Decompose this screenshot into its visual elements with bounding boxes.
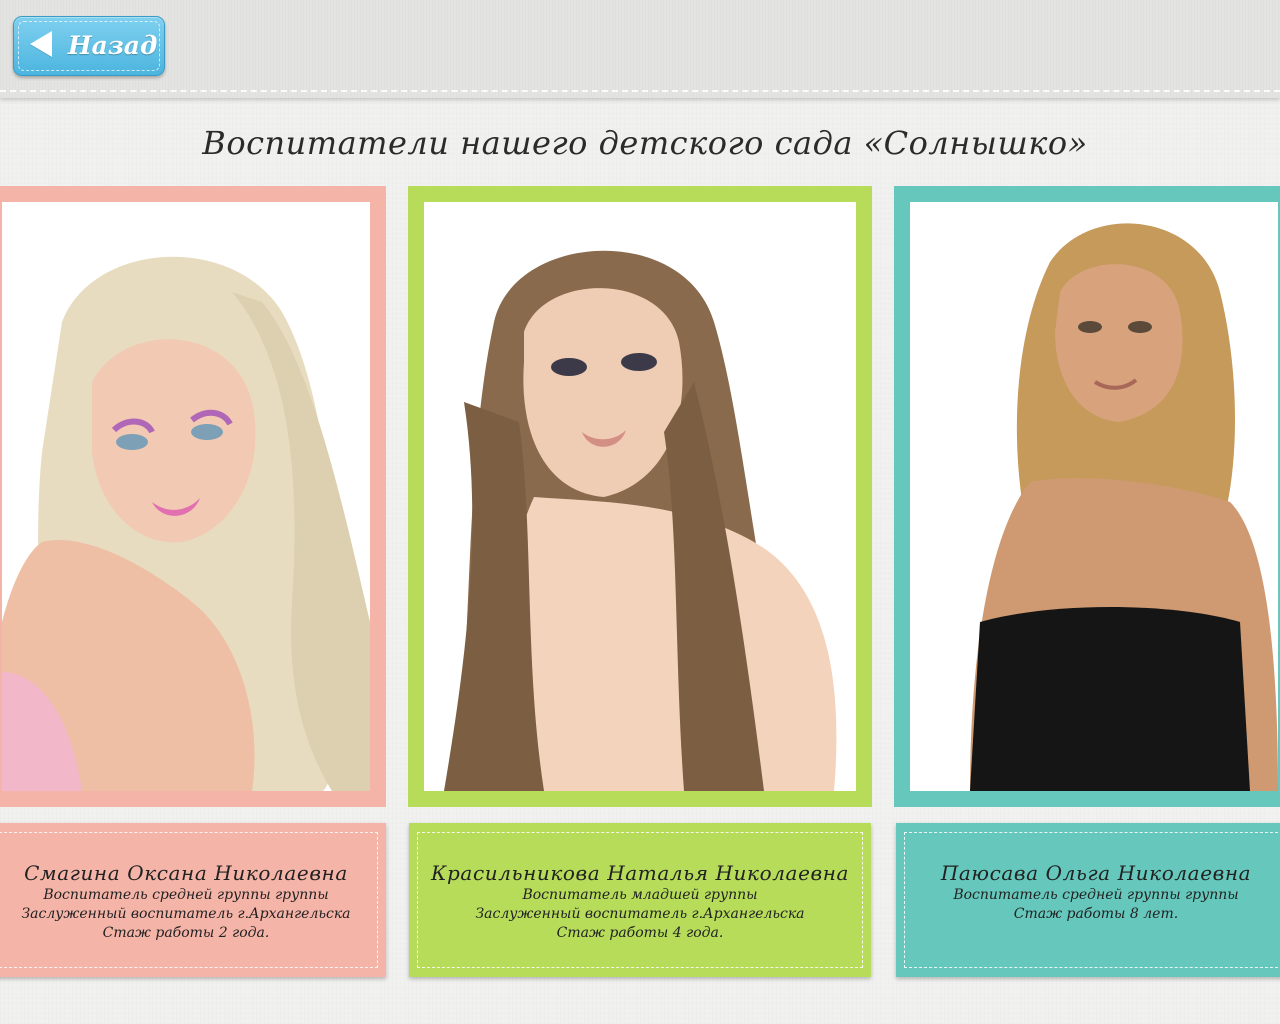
portrait-blonde-image	[2, 202, 370, 791]
teacher-position: Воспитатель младшей группы	[522, 887, 758, 903]
portrait-girl-black-top-image	[910, 202, 1278, 791]
teacher-name: Красильникова Наталья Николаевна	[430, 861, 850, 885]
teacher-photo-frame-2	[408, 186, 872, 807]
back-button-label: Назад	[68, 31, 158, 60]
teacher-photo-1[interactable]	[2, 202, 370, 791]
teacher-title: Заслуженный воспитатель г.Архангельска	[21, 906, 351, 922]
teacher-name: Паюсава Ольга Николаевна	[940, 861, 1252, 885]
teacher-card-2: Красильникова Наталья Николаевна Воспита…	[409, 823, 871, 977]
teacher-position: Воспитатель средней группы группы	[953, 887, 1239, 903]
teacher-experience: Стаж работы 2 года.	[102, 925, 270, 941]
teacher-photo-3[interactable]	[910, 202, 1278, 791]
back-arrow-icon	[30, 31, 52, 57]
back-button[interactable]: Назад	[13, 16, 165, 76]
teacher-photo-frame-3	[894, 186, 1280, 807]
teacher-photo-2[interactable]	[424, 202, 856, 791]
portrait-brunette-image	[424, 202, 856, 791]
teacher-title: Заслуженный воспитатель г.Архангельска	[475, 906, 805, 922]
teacher-experience: Стаж работы 8 лет.	[1013, 906, 1179, 922]
top-toolbar: Назад	[0, 0, 1280, 98]
teacher-card-1: Смагина Оксана Николаевна Воспитатель ср…	[0, 823, 386, 977]
teacher-name: Смагина Оксана Николаевна	[24, 861, 348, 885]
teacher-photo-frame-1	[0, 186, 386, 807]
teacher-position: Воспитатель средней группы группы	[43, 887, 329, 903]
teacher-card-3: Паюсава Ольга Николаевна Воспитатель сре…	[896, 823, 1280, 977]
page-title: Воспитатели нашего детского сада «Солныш…	[202, 124, 1088, 162]
teacher-experience: Стаж работы 4 года.	[556, 925, 724, 941]
